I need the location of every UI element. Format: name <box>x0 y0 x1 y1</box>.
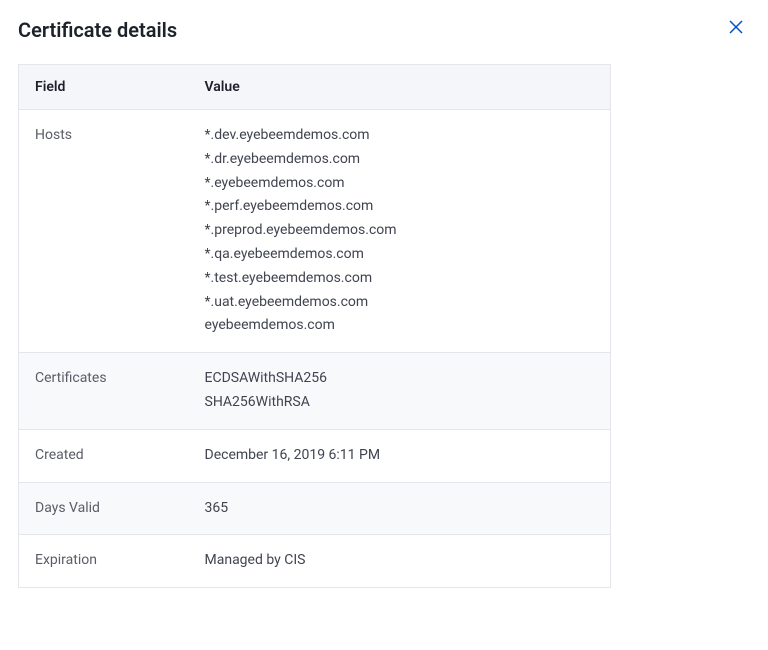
table-row: ExpirationManaged by CIS <box>19 535 611 588</box>
certificate-details-modal: Certificate details Field Value Hosts*.d… <box>0 0 768 650</box>
table-row: CertificatesECDSAWithSHA256SHA256WithRSA <box>19 353 611 430</box>
value-line: *.eyebeemdemos.com <box>205 172 595 196</box>
value-line: *.qa.eyebeemdemos.com <box>205 243 595 267</box>
table-body: Hosts*.dev.eyebeemdemos.com*.dr.eyebeemd… <box>19 110 611 588</box>
value-line: ECDSAWithSHA256 <box>205 367 595 391</box>
value-line: *.uat.eyebeemdemos.com <box>205 291 595 315</box>
value-line: *.dev.eyebeemdemos.com <box>205 124 595 148</box>
field-label: Certificates <box>19 353 189 430</box>
value-line: *.preprod.eyebeemdemos.com <box>205 219 595 243</box>
value-line: *.test.eyebeemdemos.com <box>205 267 595 291</box>
value-line: *.dr.eyebeemdemos.com <box>205 148 595 172</box>
field-label: Expiration <box>19 535 189 588</box>
field-label: Hosts <box>19 110 189 353</box>
close-icon <box>729 20 743 37</box>
table-header-field: Field <box>19 65 189 110</box>
modal-title: Certificate details <box>18 18 750 42</box>
field-value: ECDSAWithSHA256SHA256WithRSA <box>189 353 611 430</box>
field-value: 365 <box>189 482 611 535</box>
table-row: Hosts*.dev.eyebeemdemos.com*.dr.eyebeemd… <box>19 110 611 353</box>
field-label: Created <box>19 429 189 482</box>
table-header-value: Value <box>189 65 611 110</box>
field-label: Days Valid <box>19 482 189 535</box>
close-button[interactable] <box>726 18 746 38</box>
table-row: CreatedDecember 16, 2019 6:11 PM <box>19 429 611 482</box>
value-line: SHA256WithRSA <box>205 391 595 415</box>
field-value: December 16, 2019 6:11 PM <box>189 429 611 482</box>
certificate-details-table: Field Value Hosts*.dev.eyebeemdemos.com*… <box>18 64 611 588</box>
field-value: *.dev.eyebeemdemos.com*.dr.eyebeemdemos.… <box>189 110 611 353</box>
field-value: Managed by CIS <box>189 535 611 588</box>
table-row: Days Valid365 <box>19 482 611 535</box>
value-line: eyebeemdemos.com <box>205 314 595 338</box>
value-line: *.perf.eyebeemdemos.com <box>205 195 595 219</box>
